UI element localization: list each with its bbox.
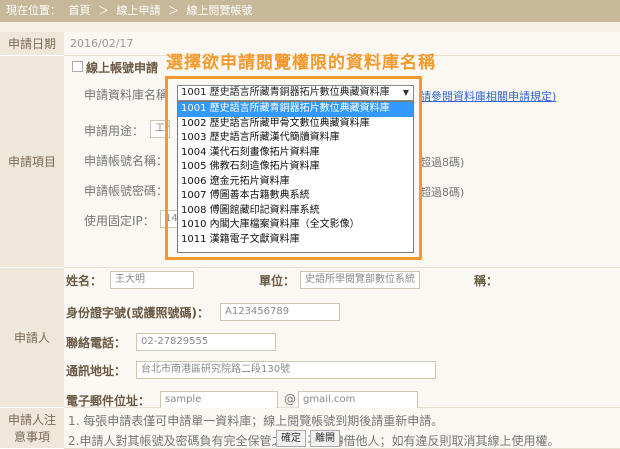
dropdown-option[interactable]: 1006 遼金元拓片資料庫	[178, 175, 413, 190]
account-hint: 超過8碼)	[420, 156, 465, 169]
phone-input[interactable]: 02-27829555	[136, 333, 276, 351]
db-name-label: 申請資料庫名稱	[84, 88, 169, 102]
database-select[interactable]: 1001 歷史語言所藏青銅器拓片數位典藏資料庫 ▼	[177, 85, 414, 101]
date-value: 2016/02/17	[70, 37, 134, 50]
id-label: 身份證字號(或護照號碼)：	[66, 306, 209, 320]
label-note: 申請人注意事項	[0, 408, 64, 449]
label-date: 申請日期	[0, 32, 64, 56]
breadcrumb-prefix: 現在位置：	[6, 4, 61, 17]
purpose-label: 申請用途：	[84, 124, 145, 138]
online-account-checkbox[interactable]	[72, 61, 83, 72]
id-input[interactable]: A123456789	[220, 303, 340, 321]
database-dropdown-list[interactable]: 1001 歷史語言所藏青銅器拓片數位典藏資料庫 1002 歷史語言所藏甲骨文數位…	[177, 101, 414, 253]
breadcrumb-home-link[interactable]: 首頁	[69, 4, 91, 17]
submit-button[interactable]: 確定	[276, 430, 306, 447]
phone-label: 聯絡電話：	[66, 336, 127, 350]
dropdown-option[interactable]: 1004 漢代石刻畫像拓片資料庫	[178, 146, 413, 161]
dropdown-option[interactable]: 1010 內閣大庫檔案資料庫（全文影像）	[178, 218, 413, 233]
unit-label: 單位：	[259, 274, 296, 288]
email-at-sign: @	[284, 392, 296, 406]
account-name-label: 申請帳號名稱：	[84, 154, 169, 168]
address-label: 通訊地址：	[66, 364, 127, 378]
online-account-label: 線上帳號申請	[86, 61, 159, 75]
label-person: 申請人	[0, 268, 64, 408]
email-user-input[interactable]: sample	[160, 391, 278, 409]
address-input[interactable]: 台北市南港區研究院路二段130號	[136, 361, 436, 379]
person-cell: 姓名： 王大明 單位： 史語所學閱覽部數位系統 稱： 身份證字號(或護照號碼)：…	[64, 268, 620, 409]
note-cell: 1. 每張申請表僅可申請單一資料庫；線上閱覽帳號到期後請重新申請。 2.申請人對…	[64, 408, 620, 449]
dropdown-option[interactable]: 1011 漢籍電子文獻資料庫	[178, 233, 413, 248]
fixed-ip-label: 使用固定IP：	[84, 214, 155, 228]
email-domain-input[interactable]: gmail.com	[298, 391, 418, 409]
label-item: 申請項目	[0, 56, 64, 268]
breadcrumb: 現在位置： 首頁 ＞ 線上申請 ＞ 線上閱覽帳號	[0, 0, 620, 22]
dropdown-option[interactable]: 1005 佛教石刻造像拓片資料庫	[178, 160, 413, 175]
breadcrumb-separator: ＞	[168, 4, 179, 17]
dropdown-option[interactable]: 1008 傅圖館藏印記資料庫系統	[178, 204, 413, 219]
account-password-label: 申請帳號密碼：	[84, 184, 169, 198]
breadcrumb-apply-link[interactable]: 線上申請	[117, 4, 161, 17]
note-1: 1. 每張申請表僅可申請單一資料庫；線上閱覽帳號到期後請重新申請。	[68, 414, 444, 428]
email-label: 電子郵件位址：	[66, 394, 151, 408]
dropdown-option[interactable]: 1007 傅圖善本古籍數典系統	[178, 189, 413, 204]
dropdown-option[interactable]: 1003 歷史語言所藏漢代簡牘資料庫	[178, 131, 413, 146]
name-input[interactable]: 王大明	[110, 271, 194, 289]
rules-link[interactable]: 請參閱資料庫相關申請規定)	[420, 88, 556, 104]
breadcrumb-current: 線上閱覽帳號	[186, 4, 253, 17]
unit-input[interactable]: 史語所學閱覽部數位系統	[300, 271, 420, 289]
dropdown-option[interactable]: 1002 歷史語言所藏甲骨文數位典藏資料庫	[178, 117, 413, 132]
chevron-down-icon: ▼	[402, 88, 409, 97]
name-label: 姓名：	[66, 274, 103, 288]
password-hint: 超過8碼)	[420, 186, 465, 199]
leave-button[interactable]: 離開	[310, 430, 340, 447]
breadcrumb-separator: ＞	[98, 4, 109, 17]
database-select-value: 1001 歷史語言所藏青銅器拓片數位典藏資料庫	[181, 87, 390, 98]
annotation-text: 選擇欲申請閱覽權限的資料庫名稱	[166, 53, 436, 73]
dropdown-option[interactable]: 1001 歷史語言所藏青銅器拓片數位典藏資料庫	[178, 102, 413, 117]
title-label: 稱：	[474, 274, 499, 288]
